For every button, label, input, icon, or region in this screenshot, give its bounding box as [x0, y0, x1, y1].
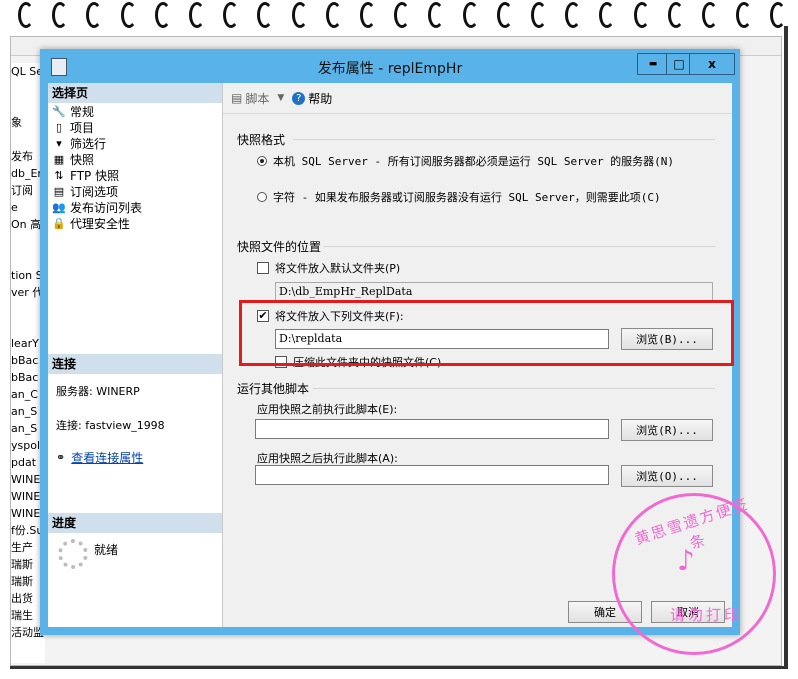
snapshot-icon: ▦: [53, 153, 65, 166]
cancel-button[interactable]: 取消: [651, 601, 725, 623]
spiral-ring: [223, 2, 240, 28]
script-label: 脚本: [245, 91, 270, 106]
maximize-icon: □: [673, 57, 685, 71]
additional-scripts-divider: [313, 388, 715, 389]
users-icon: 👥: [52, 201, 66, 214]
snapshot-format-title: 快照格式: [237, 133, 286, 147]
snapshot-format-divider: [293, 139, 715, 140]
server-info: 服务器: WINERP: [56, 385, 140, 398]
connection-header: 连接: [48, 354, 222, 374]
spiral-ring: [428, 2, 445, 28]
ftp-icon: ⇅: [54, 169, 64, 182]
spiral-ring: [189, 2, 205, 28]
minimize-icon: ▬: [648, 59, 658, 69]
after-script-browse-button[interactable]: 浏览(O)...: [621, 465, 713, 487]
spiral-ring: [325, 2, 342, 28]
close-icon: x: [708, 57, 716, 71]
page-item-label: 项目: [70, 121, 95, 135]
default-folder-label[interactable]: 将文件放入默认文件夹(P): [275, 260, 400, 276]
page-item-4[interactable]: ⇅ FTP 快照: [52, 168, 142, 184]
help-label: 帮助: [308, 91, 333, 106]
spiral-ring: [599, 2, 616, 28]
native-format-label[interactable]: 本机 SQL Server - 所有订阅服务器都必须是运行 SQL Server…: [273, 153, 674, 169]
spiral-ring: [633, 2, 650, 28]
subscription-icon: ▤: [53, 185, 65, 198]
spiral-ring: [496, 2, 513, 28]
page-item-label: 发布访问列表: [70, 201, 143, 215]
spiral-ring: [360, 2, 376, 28]
page-item-label: 快照: [70, 153, 95, 167]
page-item-2[interactable]: ▾ 筛选行: [52, 136, 142, 152]
lock-icon: 🔒: [52, 217, 66, 230]
native-format-radio[interactable]: [257, 156, 267, 166]
spiral-ring: [18, 2, 34, 28]
before-script-input[interactable]: [255, 419, 609, 439]
spiral-ring: [736, 2, 753, 28]
page-item-label: 代理安全性: [70, 217, 131, 231]
script-icon: ▤: [231, 91, 243, 105]
spiral-ring: [154, 2, 171, 28]
close-button[interactable]: x: [689, 53, 735, 75]
page-item-label: 订阅选项: [70, 185, 119, 199]
spiral-ring: [257, 2, 274, 28]
page-item-label: FTP 快照: [70, 169, 120, 183]
before-script-label: 应用快照之前执行此脚本(E):: [257, 403, 398, 416]
notebook-spiral: [0, 0, 798, 34]
spiral-ring: [462, 2, 479, 28]
snapshot-location-divider: [323, 246, 715, 247]
connection-properties-icon: ⚭: [56, 451, 66, 464]
page-item-1[interactable]: ▯ 项目: [52, 120, 142, 136]
document-icon: ▯: [55, 121, 63, 134]
page-item-5[interactable]: ▤ 订阅选项: [52, 184, 142, 200]
minimize-button[interactable]: ▬: [637, 53, 669, 75]
select-page-header: 选择页: [48, 83, 222, 103]
script-dropdown-icon[interactable]: ▼: [277, 93, 284, 103]
connection-info: 连接: fastview_1998: [56, 419, 165, 432]
dialog-title: 发布属性 - replEmpHr: [317, 61, 463, 77]
spiral-ring: [531, 2, 547, 28]
highlight-box: [239, 300, 734, 366]
page-item-3[interactable]: ▦ 快照: [52, 152, 142, 168]
spiral-ring: [702, 2, 718, 28]
default-folder-checkbox[interactable]: [257, 262, 269, 274]
character-format-label[interactable]: 字符 - 如果发布服务器或订阅服务器没有运行 SQL Server，则需要此项(…: [273, 189, 661, 205]
page-item-6[interactable]: 👥 发布访问列表: [52, 200, 142, 216]
snapshot-location-title: 快照文件的位置: [237, 240, 322, 254]
spiral-ring: [120, 2, 137, 28]
progress-header: 进度: [48, 513, 222, 533]
help-icon: ?: [292, 91, 306, 105]
before-script-browse-button[interactable]: 浏览(R)...: [621, 419, 713, 441]
wrench-icon: 🔧: [52, 105, 66, 118]
spiral-ring: [565, 2, 582, 28]
page-list: 🔧 常规 ▯ 项目 ▾ 筛选行 ▦ 快照 ⇅ FTP 快照 ▤ 订阅选项 👥 发布访问列表 🔒 代理安全性: [52, 104, 142, 232]
spiral-ring: [86, 2, 103, 28]
view-connection-properties[interactable]: ⚭ 查看连接属性: [56, 449, 143, 466]
title-bar[interactable]: 发布属性 - replEmpHr ▬ □ x: [40, 49, 740, 83]
after-script-input[interactable]: [255, 465, 609, 485]
left-pane: 选择页 🔧 常规 ▯ 项目 ▾ 筛选行 ▦ 快照 ⇅ FTP 快照 ▤ 订阅选项 👥 发布访问列表 🔒 代理安…: [48, 83, 223, 627]
paper-bottom-edge: [10, 666, 788, 669]
paper-right-edge: [784, 26, 788, 666]
spiral-ring: [667, 2, 684, 28]
filter-icon: ▾: [56, 137, 62, 150]
toolbar: ▤ 脚本 ▼ ? 帮助: [223, 83, 732, 114]
spiral-ring: [52, 2, 69, 28]
script-button[interactable]: ▤ 脚本 ▼: [231, 90, 284, 107]
default-folder-path: D:\db_EmpHr_ReplData: [275, 282, 713, 302]
progress-status: 就绪: [94, 543, 119, 557]
page-item-label: 常规: [70, 105, 95, 119]
help-button[interactable]: ? 帮助: [292, 90, 332, 107]
page-item-label: 筛选行: [70, 137, 107, 151]
view-connection-link[interactable]: 查看连接属性: [71, 449, 143, 466]
spiral-ring: [291, 2, 308, 28]
page-item-7[interactable]: 🔒 代理安全性: [52, 216, 142, 232]
after-script-label: 应用快照之后执行此脚本(A):: [257, 452, 398, 465]
character-format-radio[interactable]: [257, 192, 267, 202]
spiral-ring: [394, 2, 411, 28]
progress-spinner-icon: [58, 539, 88, 569]
additional-scripts-title: 运行其他脚本: [237, 382, 310, 396]
page-item-0[interactable]: 🔧 常规: [52, 104, 142, 120]
ok-button[interactable]: 确定: [568, 601, 642, 623]
spiral-ring: [770, 2, 787, 28]
